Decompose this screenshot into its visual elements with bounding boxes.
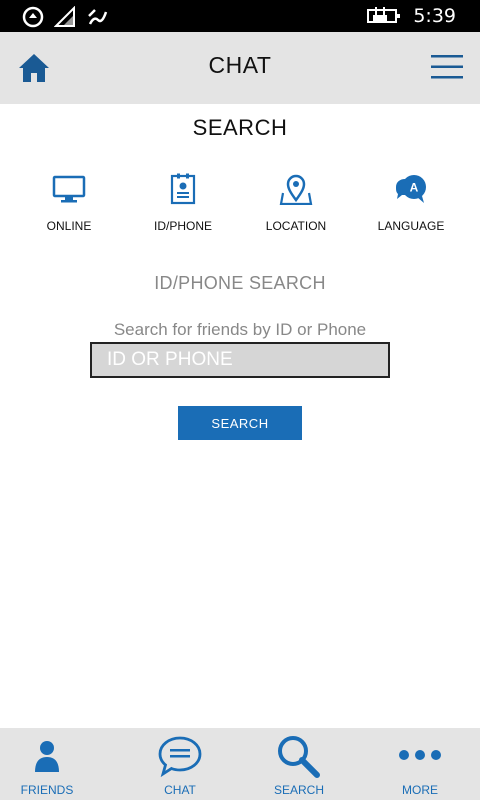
- category-language[interactable]: A LANGUAGE: [351, 173, 471, 233]
- id-phone-input[interactable]: [90, 342, 390, 378]
- magnifier-icon: [278, 736, 320, 778]
- nav-label: SEARCH: [273, 783, 324, 797]
- person-icon: [35, 741, 59, 772]
- status-bar: 5:39: [0, 0, 480, 32]
- search-button[interactable]: SEARCH: [178, 406, 302, 440]
- search-hint: Search for friends by ID or Phone: [113, 320, 367, 339]
- signal-icon: [54, 6, 75, 27]
- category-location[interactable]: LOCATION: [236, 173, 356, 233]
- network-icon: [88, 9, 108, 25]
- chat-bubble-icon: [158, 736, 202, 778]
- ellipsis-icon: [399, 750, 441, 760]
- sync-icon: [22, 6, 44, 28]
- id-card-icon: [170, 173, 196, 205]
- bottom-nav: FRIENDS CHAT SEARCH MORE: [0, 728, 480, 800]
- category-online[interactable]: ONLINE: [9, 173, 129, 233]
- nav-friends[interactable]: FRIENDS: [0, 728, 107, 800]
- nav-label: CHAT: [164, 783, 196, 797]
- nav-search[interactable]: SEARCH: [239, 728, 359, 800]
- language-badge: A: [410, 181, 419, 195]
- clock: 5:39: [413, 5, 456, 27]
- menu-icon[interactable]: [430, 52, 464, 82]
- category-label: ONLINE: [46, 219, 92, 233]
- nav-label: FRIENDS: [20, 783, 74, 797]
- category-label: LOCATION: [265, 219, 327, 233]
- page-title: SEARCH: [192, 115, 288, 140]
- location-pin-icon: [279, 174, 313, 205]
- language-bubble-icon: A: [396, 175, 426, 203]
- category-id-phone[interactable]: ID/PHONE: [123, 173, 243, 233]
- monitor-icon: [52, 175, 86, 203]
- id-phone-search-title: ID/PHONE SEARCH: [154, 273, 326, 293]
- app-header: CHAT: [0, 32, 480, 104]
- category-label: ID/PHONE: [153, 219, 212, 233]
- app-title: CHAT: [208, 52, 272, 78]
- nav-chat[interactable]: CHAT: [120, 728, 240, 800]
- nav-more[interactable]: MORE: [360, 728, 480, 800]
- nav-label: MORE: [402, 783, 438, 797]
- battery-icon: [367, 7, 400, 23]
- category-label: LANGUAGE: [377, 219, 445, 233]
